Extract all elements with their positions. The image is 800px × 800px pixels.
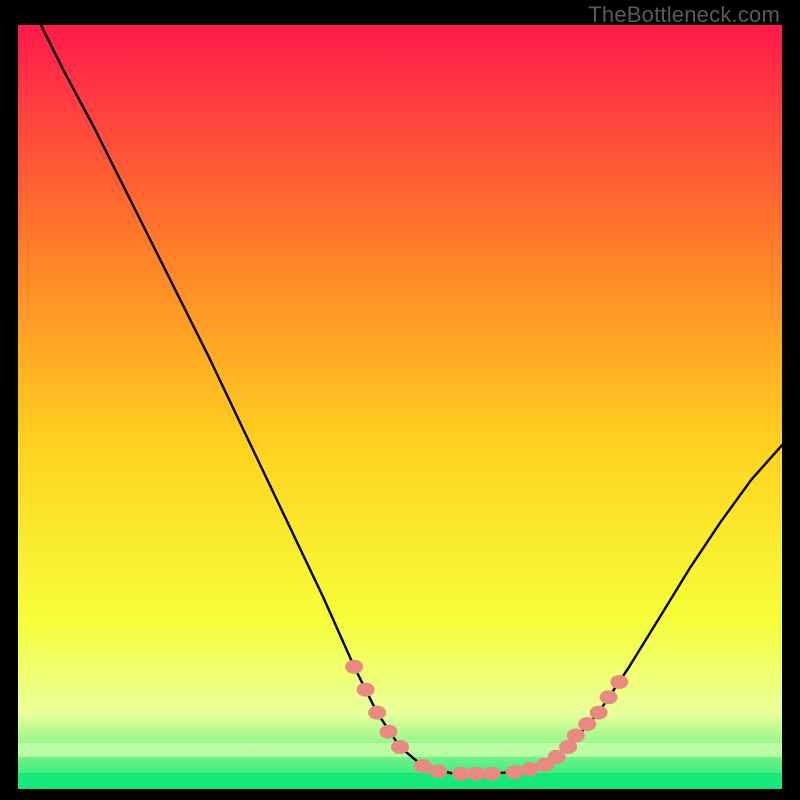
highlight-marker <box>578 717 596 731</box>
highlight-marker <box>521 762 539 776</box>
highlight-marker <box>600 690 618 704</box>
chart-frame <box>18 25 782 789</box>
highlight-marker <box>467 767 485 781</box>
highlight-marker <box>414 759 432 773</box>
highlight-marker <box>380 725 398 739</box>
highlight-marker <box>590 706 608 720</box>
highlight-marker <box>483 767 501 781</box>
highlight-marker <box>357 683 375 697</box>
highlight-marker <box>610 675 628 689</box>
bottom-green-band <box>18 773 782 789</box>
chart-svg <box>18 25 782 789</box>
highlight-marker <box>345 660 363 674</box>
highlight-marker <box>567 729 585 743</box>
highlight-marker <box>391 740 409 754</box>
highlight-marker <box>506 765 524 779</box>
gradient-background <box>18 25 782 789</box>
highlight-marker <box>429 764 447 778</box>
highlight-marker <box>368 706 386 720</box>
